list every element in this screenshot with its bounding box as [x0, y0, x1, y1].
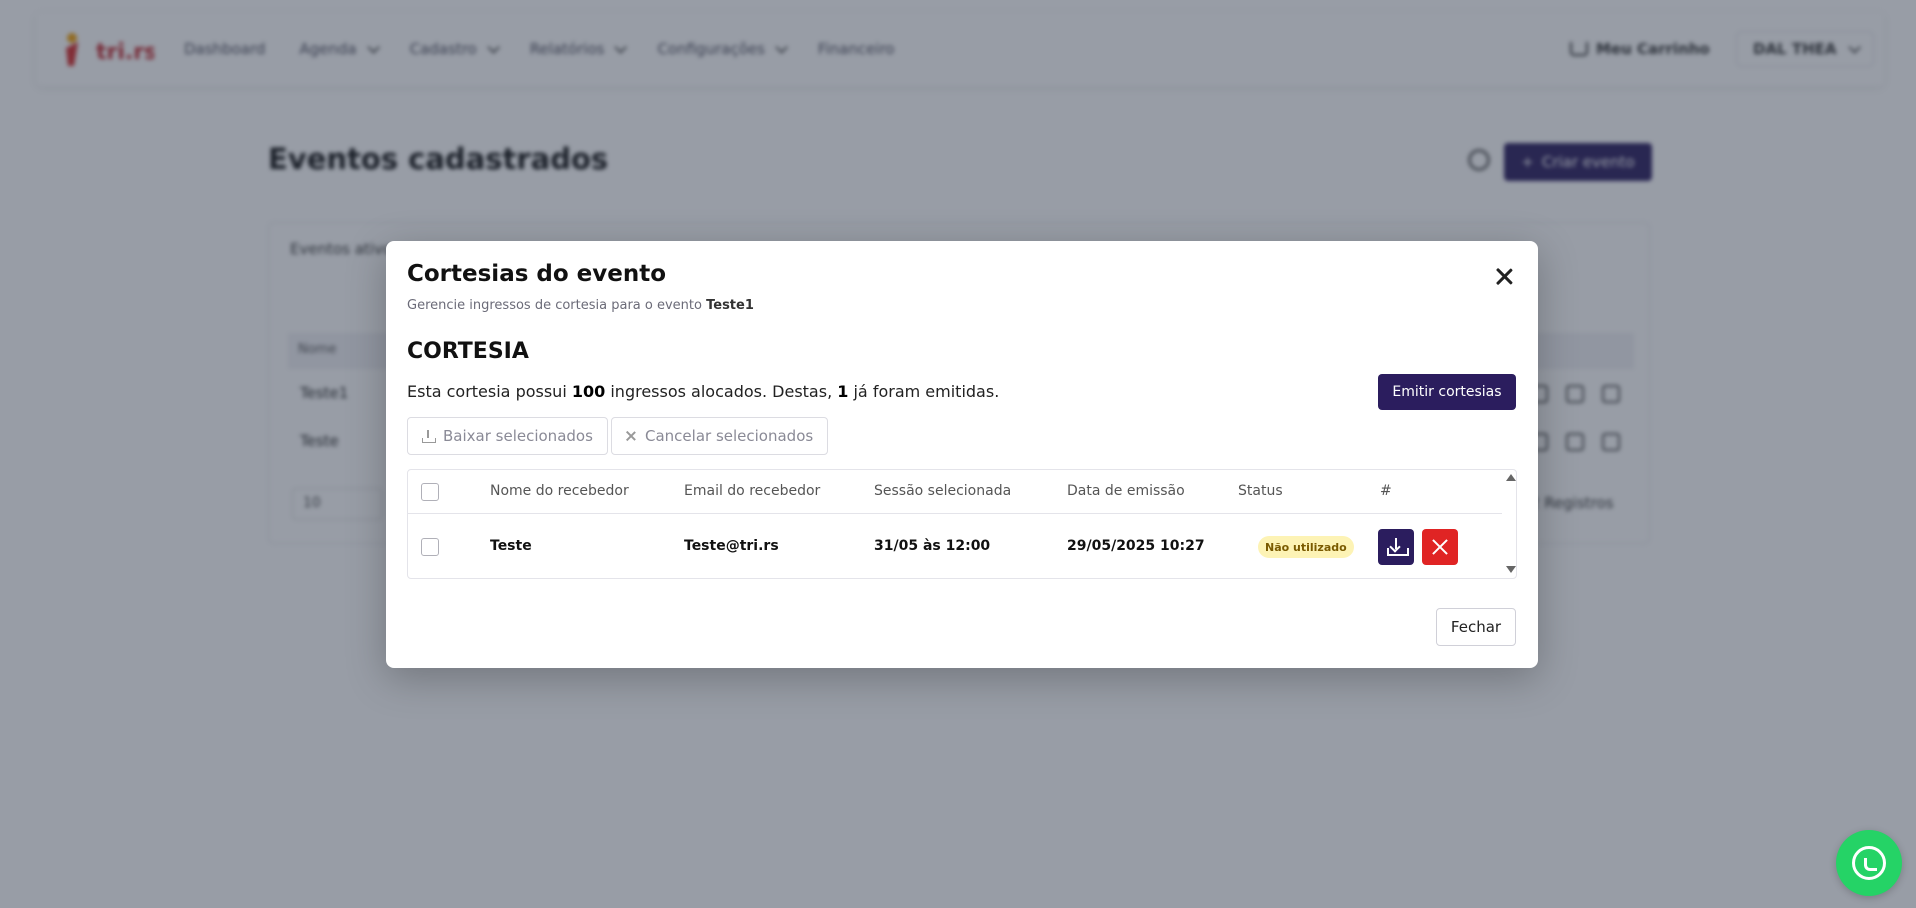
emit-courtesies-button[interactable]: Emitir cortesias [1378, 374, 1516, 410]
modal-title: Cortesias do evento [407, 261, 667, 287]
table-header: Nome do recebedor Email do recebedor Ses… [408, 470, 1502, 514]
cancel-ticket-button[interactable] [1422, 529, 1458, 565]
column-header: Data de emissão [1067, 483, 1185, 499]
column-header: Sessão selecionada [874, 483, 1012, 499]
recipient-email: Teste@tri.rs [684, 538, 779, 554]
section-title: CORTESIA [407, 339, 529, 364]
courtesy-info: Esta cortesia possui 100 ingressos aloca… [407, 382, 1000, 401]
courtesy-modal: Cortesias do evento Gerencie ingressos d… [386, 241, 1538, 668]
whatsapp-icon [1852, 846, 1886, 880]
select-all-checkbox[interactable] [421, 483, 439, 501]
x-icon [626, 431, 636, 441]
download-icon [1387, 538, 1409, 556]
column-header: Email do recebedor [684, 483, 821, 499]
close-icon[interactable] [1490, 263, 1518, 291]
status-badge: Não utilizado [1258, 536, 1354, 558]
issue-date: 29/05/2025 10:27 [1067, 538, 1205, 554]
scroll-down-arrow[interactable] [1506, 566, 1516, 573]
download-ticket-button[interactable] [1378, 529, 1414, 565]
courtesies-table: Nome do recebedor Email do recebedor Ses… [407, 469, 1517, 579]
modal-subtitle: Gerencie ingressos de cortesia para o ev… [407, 298, 754, 313]
download-selected-button[interactable]: Baixar selecionados [407, 417, 608, 455]
whatsapp-button[interactable] [1836, 830, 1902, 896]
cancel-selected-button[interactable]: Cancelar selecionados [611, 417, 829, 455]
event-name: Teste1 [706, 298, 754, 313]
table-row: Teste Teste@tri.rs 31/05 às 12:00 29/05/… [408, 514, 1502, 578]
scroll-up-arrow[interactable] [1506, 474, 1516, 481]
column-header: # [1380, 483, 1392, 499]
selected-session: 31/05 às 12:00 [874, 538, 991, 554]
recipient-name: Teste [490, 538, 532, 554]
column-header: Status [1238, 483, 1283, 499]
download-icon [422, 429, 436, 443]
close-button[interactable]: Fechar [1436, 608, 1516, 646]
x-icon [1432, 539, 1448, 555]
column-header: Nome do recebedor [490, 483, 629, 499]
row-checkbox[interactable] [421, 538, 439, 556]
